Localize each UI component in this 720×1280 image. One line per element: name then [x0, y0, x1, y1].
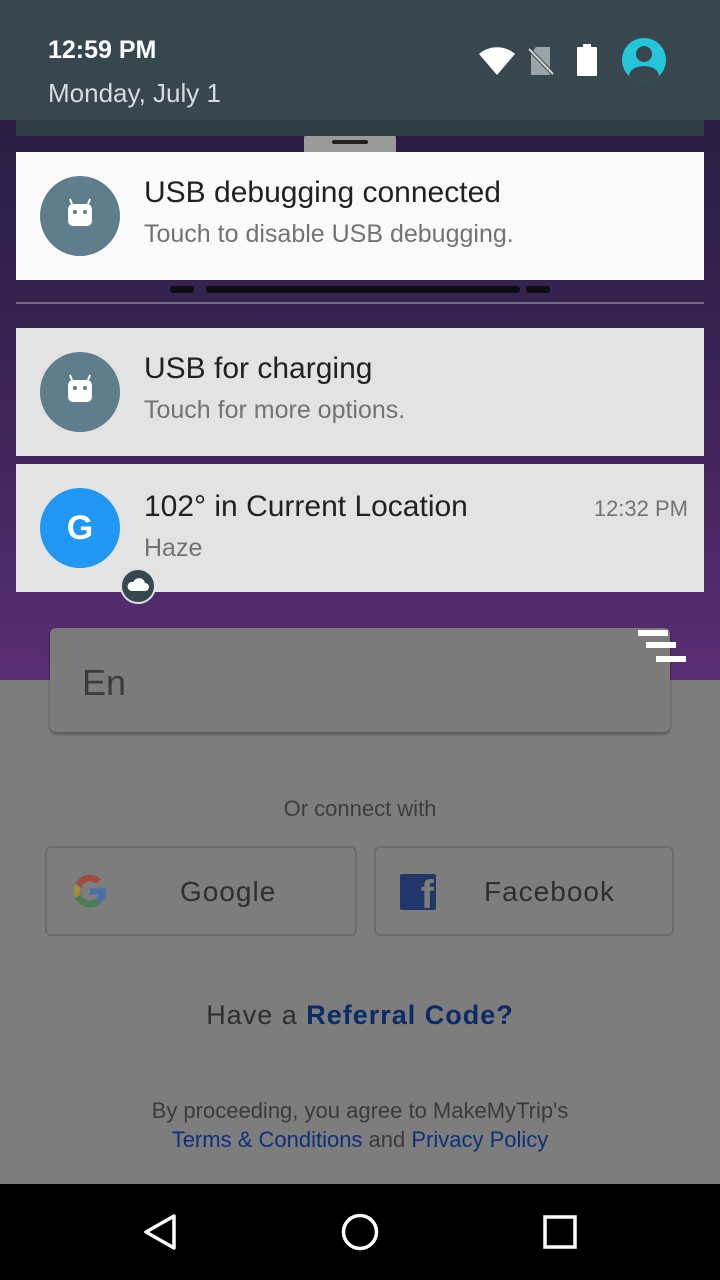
notification-shade-header: 12:59 PM Monday, July 1	[0, 0, 720, 120]
or-connect-text: Or connect with	[283, 796, 437, 821]
referral-code-link[interactable]: Referral Code?	[306, 1000, 514, 1030]
shade-strip	[16, 120, 704, 136]
referral-prefix: Have a	[206, 1000, 307, 1030]
notification-divider	[16, 302, 704, 304]
notification-time: 12:32 PM	[593, 496, 688, 521]
home-icon[interactable]	[340, 1212, 380, 1252]
terms-text: By proceeding, you agree to MakeMyTrip's…	[0, 1096, 720, 1154]
laptop-illustration-base	[206, 286, 520, 293]
cloud-icon	[120, 568, 156, 604]
referral-line: Have a Referral Code?	[0, 1000, 720, 1031]
notification-title: USB debugging connected	[144, 176, 501, 209]
laptop-illustration-foot	[526, 286, 550, 293]
terms-and-text: and	[362, 1127, 412, 1152]
google-icon: G	[40, 488, 156, 604]
battery-icon	[577, 44, 597, 76]
notification-title: USB for charging	[144, 352, 373, 385]
terms-conditions-link[interactable]: Terms & Conditions	[172, 1127, 363, 1152]
wifi-icon	[479, 47, 515, 75]
back-icon[interactable]	[140, 1212, 180, 1252]
facebook-logo-icon: f	[400, 874, 436, 910]
svg-text:G: G	[67, 509, 93, 547]
laptop-illustration	[170, 286, 194, 293]
google-login-button[interactable]: Google	[45, 846, 357, 936]
date: Monday, July 1	[48, 78, 221, 108]
navigation-bar	[0, 1184, 720, 1280]
notification-usb-debugging[interactable]: USB debugging connected Touch to disable…	[16, 152, 704, 280]
notification-weather[interactable]: G 102° in Current Location Haze 12:32 PM	[16, 464, 704, 604]
user-avatar-icon[interactable]	[622, 38, 666, 82]
recents-icon[interactable]	[540, 1212, 580, 1252]
input-value: En	[82, 662, 127, 703]
terms-line: By proceeding, you agree to MakeMyTrip's	[151, 1098, 569, 1123]
google-logo-icon	[73, 874, 107, 908]
notification-subtitle: Haze	[144, 534, 203, 562]
clock: 12:59 PM	[48, 36, 157, 64]
google-button-label: Google	[180, 876, 277, 907]
phone-email-input[interactable]: En	[50, 628, 670, 732]
privacy-policy-link[interactable]: Privacy Policy	[411, 1127, 548, 1152]
notification-subtitle: Touch to disable USB debugging.	[144, 220, 514, 248]
notification-subtitle: Touch for more options.	[144, 396, 406, 424]
facebook-button-label: Facebook	[484, 876, 615, 907]
notification-usb-charging[interactable]: USB for charging Touch for more options.	[16, 328, 704, 456]
no-sim-icon	[528, 47, 554, 76]
menu-icon[interactable]	[638, 630, 688, 666]
android-icon	[40, 352, 120, 432]
android-icon	[40, 176, 120, 256]
facebook-login-button[interactable]: f Facebook	[374, 846, 674, 936]
notification-title: 102° in Current Location	[144, 490, 468, 523]
